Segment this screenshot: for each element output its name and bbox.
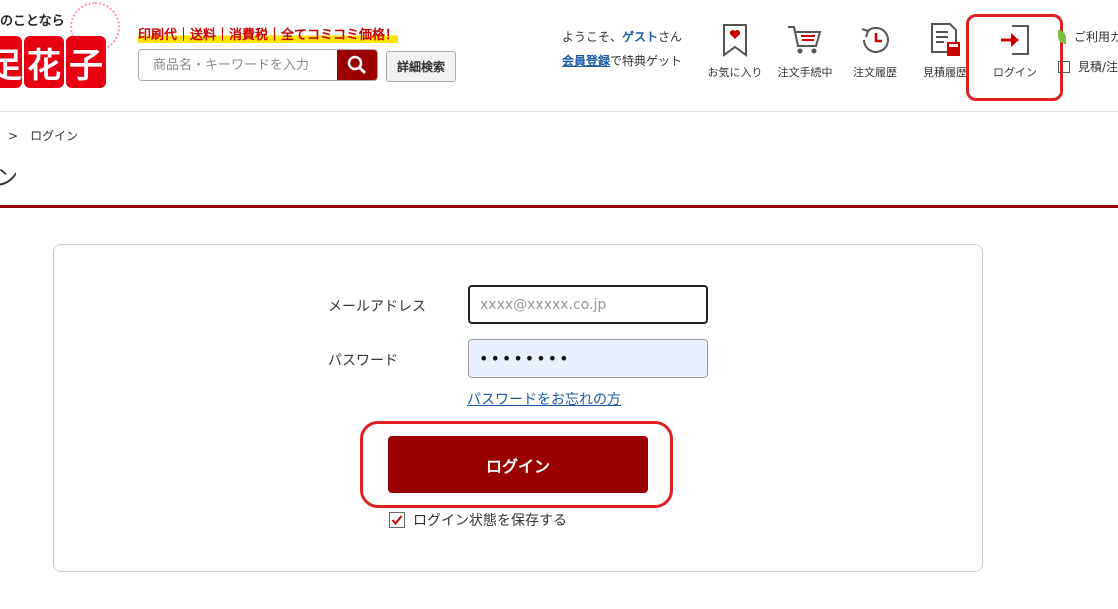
checkmark-icon <box>391 515 403 526</box>
estimate-link[interactable]: 見積/注 <box>1058 58 1118 75</box>
password-label: パスワード <box>328 353 398 369</box>
password-field[interactable] <box>468 339 708 378</box>
bookmark-heart-icon <box>723 24 747 57</box>
welcome-suffix: さん <box>658 30 683 44</box>
search-button[interactable] <box>337 50 377 80</box>
nav-label: 注文履歴 <box>853 66 897 79</box>
page-title: ン <box>0 166 19 191</box>
logo-char: 花 <box>24 36 64 88</box>
clock-history-icon <box>861 26 889 53</box>
title-divider <box>0 205 1118 208</box>
estimate-link-label: 見積/注 <box>1078 60 1118 74</box>
nav-favorites[interactable]: お気に入り <box>702 20 768 84</box>
logo-tagline: のことなら <box>0 14 65 29</box>
remember-me[interactable]: ログイン状態を保存する <box>389 510 567 530</box>
logo-char: 足 <box>0 36 22 88</box>
login-button[interactable]: ログイン <box>388 436 648 493</box>
email-field[interactable] <box>468 285 708 324</box>
nav-label: お気に入り <box>707 66 763 79</box>
promo-banner: 印刷代｜送料｜消費税｜全てコミコミ価格！ <box>138 24 399 43</box>
advanced-search-button[interactable]: 詳細検索 <box>386 51 456 82</box>
remember-checkbox[interactable] <box>389 512 405 528</box>
guide-link[interactable]: ご利用ガ <box>1058 28 1118 45</box>
estimate-document-icon <box>931 23 960 56</box>
register-link[interactable]: 会員登録 <box>562 54 610 68</box>
register-promo: 会員登録で特典ゲット <box>562 52 682 69</box>
nav-label: 見積履歴 <box>923 66 967 79</box>
right-links: ご利用ガ 見積/注 <box>1058 28 1118 88</box>
checklist-icon <box>1058 60 1070 73</box>
forgot-password-link[interactable]: パスワードをお忘れの方 <box>467 389 621 409</box>
email-label: メールアドレス <box>328 299 426 315</box>
guide-link-label: ご利用ガ <box>1074 30 1118 44</box>
welcome-message: ようこそ、ゲストさん <box>562 28 682 45</box>
search-input[interactable] <box>139 50 337 80</box>
register-suffix: で特典ゲット <box>610 54 683 68</box>
nav-cart[interactable]: 注文手続中 <box>772 20 838 84</box>
search-bar <box>138 49 378 81</box>
site-header: のことなら 足 花 子 印刷代｜送料｜消費税｜全てコミコミ価格！ 詳細検索 よう… <box>0 0 1118 112</box>
breadcrumb-separator: > <box>8 129 19 143</box>
search-icon <box>347 55 367 75</box>
cart-icon <box>788 26 822 54</box>
site-logo[interactable]: のことなら 足 花 子 <box>0 2 120 94</box>
breadcrumb-current: ログイン <box>30 129 79 143</box>
logo-wordmark: 足 花 子 <box>0 36 108 88</box>
leaf-icon <box>1058 29 1066 44</box>
nav-label: 注文手続中 <box>777 66 833 79</box>
logo-char: 子 <box>66 36 106 88</box>
nav-order-history[interactable]: 注文履歴 <box>842 20 908 84</box>
welcome-prefix: ようこそ、 <box>562 30 623 44</box>
welcome-name: ゲスト <box>622 30 659 44</box>
remember-label: ログイン状態を保存する <box>413 513 567 529</box>
login-highlight-annotation <box>966 14 1063 101</box>
breadcrumb: > ログイン <box>8 127 90 144</box>
